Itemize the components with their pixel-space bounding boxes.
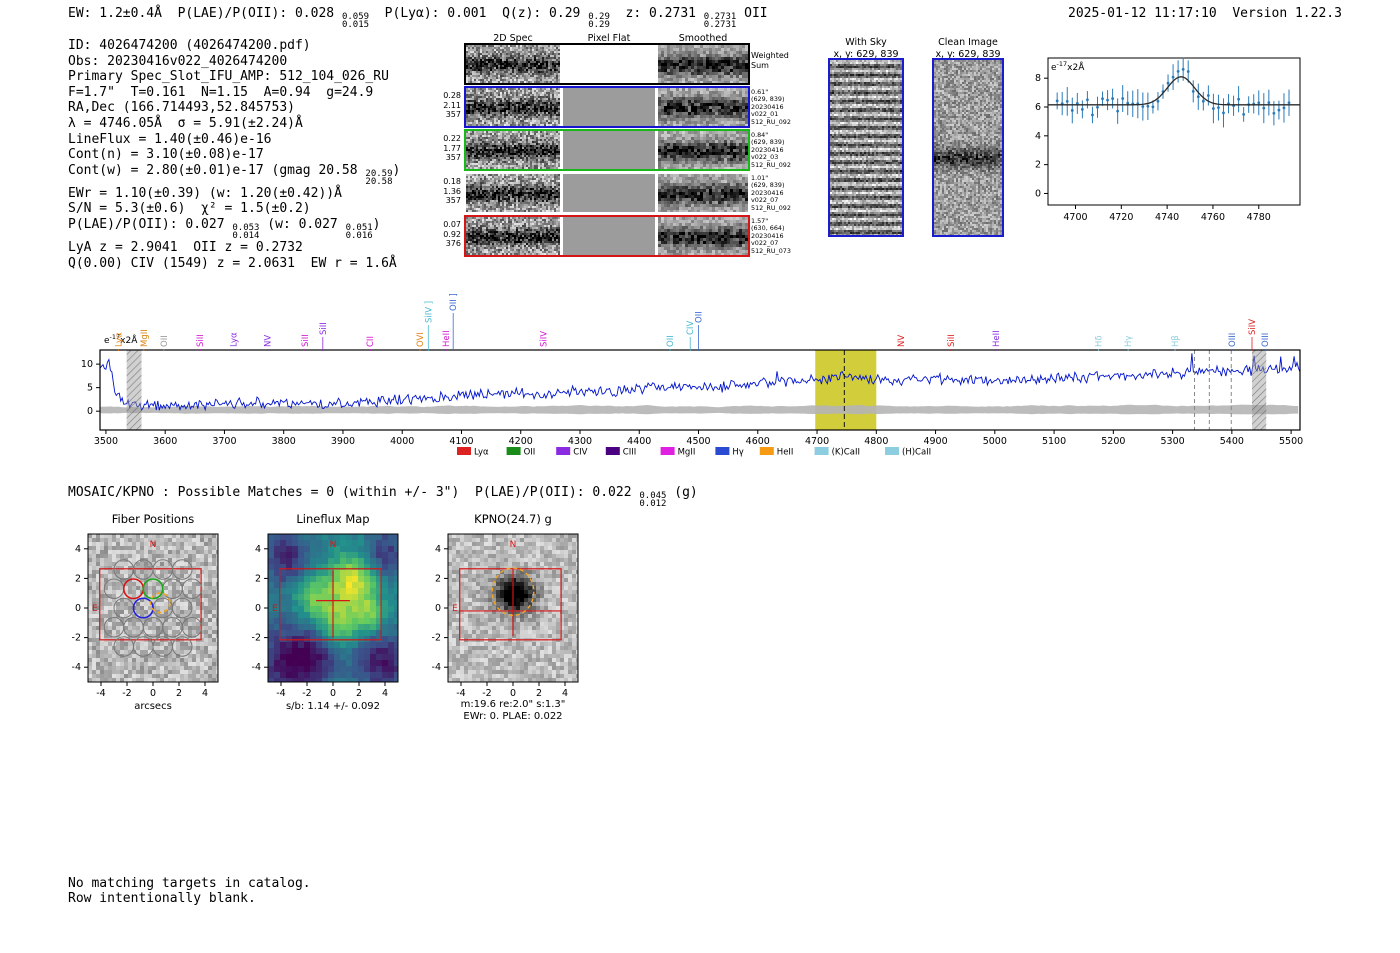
svg-text:2: 2 xyxy=(536,688,542,699)
svg-text:0: 0 xyxy=(330,688,336,699)
svg-text:-4: -4 xyxy=(276,688,285,699)
fiber-circle xyxy=(123,616,144,638)
svg-text:-2: -2 xyxy=(432,633,441,644)
svg-text:4: 4 xyxy=(435,544,441,555)
svg-text:-2: -2 xyxy=(252,633,261,644)
svg-text:2: 2 xyxy=(356,688,362,699)
extraction-box xyxy=(459,568,562,641)
extraction-box xyxy=(279,568,382,641)
fiber-circle xyxy=(152,559,173,580)
svg-text:0: 0 xyxy=(75,603,81,614)
svg-text:2: 2 xyxy=(75,573,81,584)
svg-text:4: 4 xyxy=(202,688,208,699)
svg-text:-2: -2 xyxy=(482,688,491,699)
svg-text:0: 0 xyxy=(435,603,441,614)
fiber-circle xyxy=(103,578,125,600)
svg-text:4: 4 xyxy=(562,688,568,699)
fiber-circle xyxy=(113,559,134,580)
fiber-circle xyxy=(181,578,203,600)
fiber-circle xyxy=(113,597,134,619)
compass-north: N xyxy=(330,540,337,550)
svg-text:4: 4 xyxy=(382,688,388,699)
svg-text:-4: -4 xyxy=(96,688,105,699)
svg-text:-2: -2 xyxy=(72,633,81,644)
svg-text:0: 0 xyxy=(510,688,516,699)
svg-text:0: 0 xyxy=(255,603,261,614)
svg-text:2: 2 xyxy=(255,573,261,584)
fiber-circle xyxy=(172,597,193,619)
compass-east: E xyxy=(92,604,98,614)
svg-text:-4: -4 xyxy=(72,662,81,673)
selected-fiber-circle xyxy=(132,597,154,619)
svg-text:0: 0 xyxy=(150,688,156,699)
compass-north: N xyxy=(150,540,157,550)
cutout-overlays: -4 -4 -2 -2 0 0 2 2 4 4 N E -4 -4 -2 -2 0 0 2 2 4 4 N E -4 -4 -2 -2… xyxy=(72,533,579,699)
compass-east: E xyxy=(452,604,458,614)
svg-text:-4: -4 xyxy=(456,688,465,699)
fiber-circle xyxy=(133,559,154,580)
svg-text:2: 2 xyxy=(176,688,182,699)
fiber-circle xyxy=(162,616,183,638)
elixer-detection-report: EW: 1.2±0.4Å P(LAE)/P(OII): 0.028 0.059 0… xyxy=(0,0,1400,953)
svg-text:-4: -4 xyxy=(432,662,441,673)
selected-fiber-circle xyxy=(122,578,145,600)
svg-text:-4: -4 xyxy=(252,662,261,673)
fiber-circle xyxy=(142,616,164,638)
svg-text:4: 4 xyxy=(255,544,261,555)
svg-text:-2: -2 xyxy=(122,688,131,699)
fiber-circle xyxy=(103,616,125,638)
fiber-circle xyxy=(181,616,203,638)
compass-north: N xyxy=(510,540,517,550)
compass-east: E xyxy=(272,604,278,614)
svg-text:2: 2 xyxy=(435,573,441,584)
svg-text:-2: -2 xyxy=(302,688,311,699)
fiber-circle xyxy=(172,559,193,580)
svg-text:4: 4 xyxy=(75,544,81,555)
